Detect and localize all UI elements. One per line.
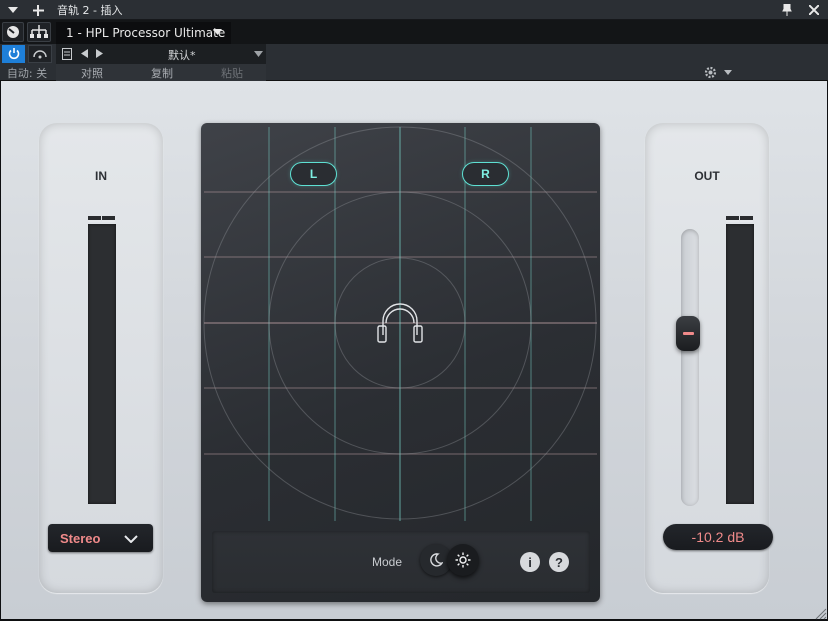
automation-button[interactable]	[28, 45, 52, 63]
preset-row: 默认*	[0, 44, 828, 64]
output-gain-display[interactable]: -10.2 dB	[663, 524, 773, 550]
input-label: IN	[95, 169, 107, 183]
chevron-down-icon	[213, 29, 222, 35]
chevron-down-icon	[724, 70, 732, 75]
pin-icon[interactable]	[779, 0, 795, 20]
power-button[interactable]	[2, 45, 25, 63]
field-grid[interactable]	[201, 123, 600, 528]
input-peak-left	[88, 216, 101, 222]
auto-off-label[interactable]: 自动: 关	[2, 65, 52, 81]
plugin-panel: IN Stereo OUT -10.2 dB L R Mode i ?	[1, 81, 827, 619]
paste-button[interactable]: 粘贴	[200, 65, 264, 81]
chevron-down-icon	[124, 535, 138, 543]
preset-default-label[interactable]: 默认*	[168, 47, 196, 63]
power-icon	[8, 48, 19, 60]
left-channel-label: L	[309, 167, 318, 181]
plugin-logo-icon[interactable]	[2, 22, 24, 42]
info-icon: i	[528, 554, 532, 570]
copy-button[interactable]: 复制	[130, 65, 194, 81]
compare-button[interactable]: 对照	[60, 65, 124, 81]
menu-dropdown-icon[interactable]	[5, 0, 21, 20]
headphone-field-display: L R Mode i ?	[201, 123, 600, 602]
output-gain-value: -10.2 dB	[691, 529, 745, 545]
output-fader-handle[interactable]	[676, 316, 700, 351]
preset-nav-bar: 默认*	[56, 44, 266, 64]
routing-icon[interactable]	[27, 22, 51, 42]
help-button[interactable]: ?	[549, 552, 569, 572]
preset-name: 1 - HPL Processor Ultimate	[66, 26, 226, 40]
preset-file-icon[interactable]	[62, 48, 72, 60]
left-channel-handle[interactable]: L	[290, 162, 337, 186]
output-label: OUT	[694, 169, 720, 183]
previous-preset-icon[interactable]	[81, 49, 88, 58]
settings-menu[interactable]	[700, 64, 738, 81]
channel-mode-dropdown[interactable]: Stereo	[48, 524, 153, 552]
help-icon: ?	[555, 554, 563, 570]
input-peak-right	[102, 216, 115, 222]
next-preset-icon[interactable]	[96, 49, 103, 58]
output-meter	[726, 224, 754, 504]
mode-label: Mode	[372, 555, 403, 569]
close-icon[interactable]	[806, 0, 822, 20]
resize-grip-icon[interactable]	[813, 606, 827, 620]
output-fader-track[interactable]	[681, 229, 699, 506]
channel-mode-value: Stereo	[60, 530, 101, 546]
gear-icon	[704, 66, 717, 79]
input-meter	[88, 224, 116, 504]
light-mode-button[interactable]	[447, 544, 479, 576]
right-channel-label: R	[481, 167, 490, 181]
automation-icon	[33, 50, 47, 59]
preset-selector[interactable]: 1 - HPL Processor Ultimate	[56, 22, 231, 44]
output-peak-right	[740, 216, 753, 222]
mode-bar: Mode i ?	[212, 531, 590, 593]
title-bar: 音轨 2 - 插入	[0, 0, 828, 20]
sun-icon	[455, 552, 471, 568]
output-peak-left	[726, 216, 739, 222]
moon-icon	[430, 553, 443, 567]
right-channel-handle[interactable]: R	[462, 162, 509, 186]
action-row: 自动: 关 对照 复制 粘贴	[0, 64, 828, 81]
preset-dropdown-icon[interactable]	[254, 51, 263, 57]
info-button[interactable]: i	[520, 552, 540, 572]
add-insert-icon[interactable]	[30, 0, 46, 20]
window-title: 音轨 2 - 插入	[57, 4, 123, 17]
